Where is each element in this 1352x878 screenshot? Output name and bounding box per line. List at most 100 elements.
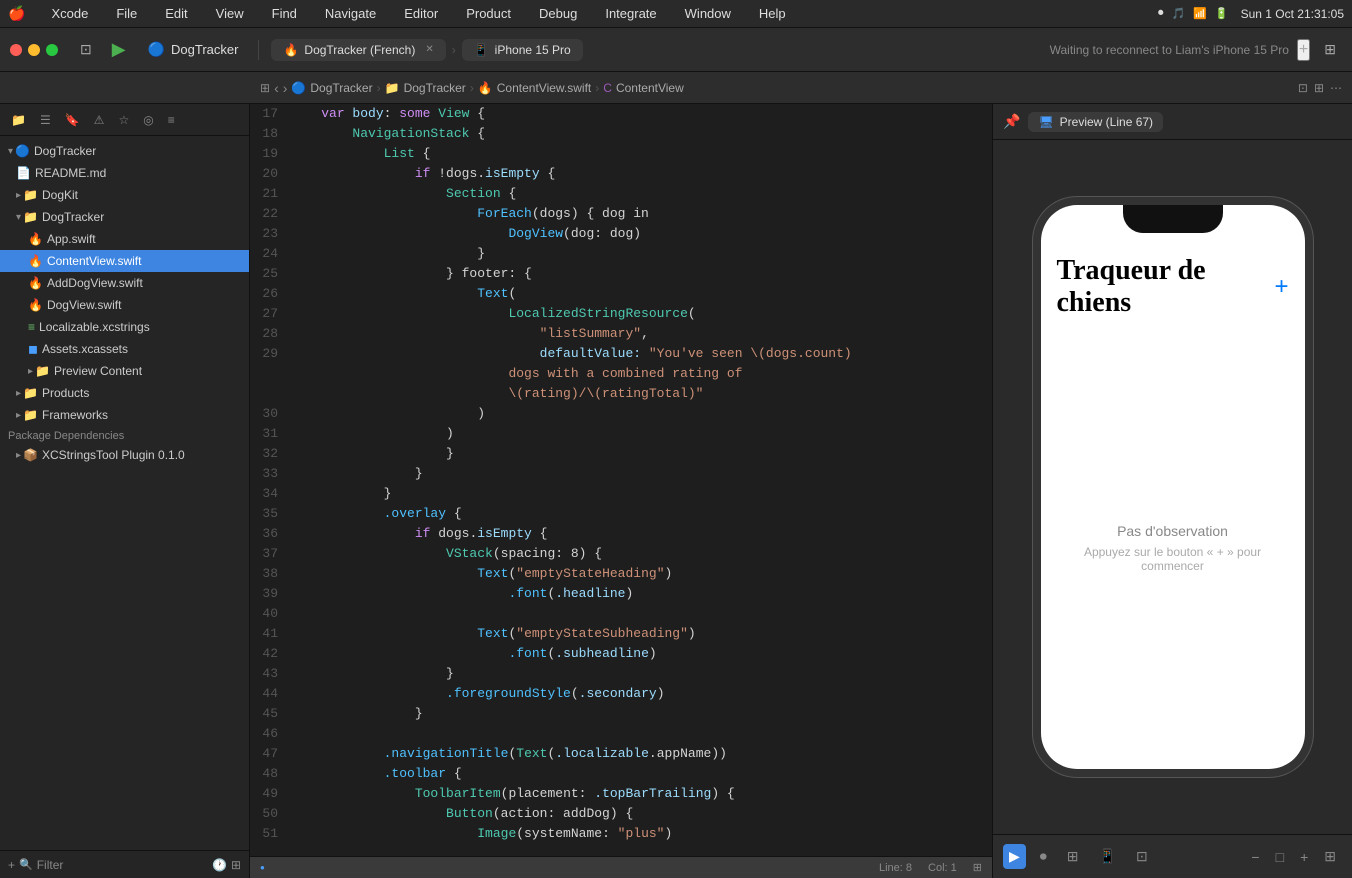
preview-play-button[interactable]: ▶ xyxy=(1003,844,1026,869)
sidebar-item-adddogview-swift[interactable]: 🔥 AddDogView.swift xyxy=(0,272,249,294)
code-line-29b: dogs with a combined rating of xyxy=(250,364,992,384)
breadcrumb-dogtracker-folder[interactable]: 📁 DogTracker xyxy=(385,81,466,95)
code-line-18: 18 NavigationStack { xyxy=(250,124,992,144)
line-number: 44 xyxy=(250,684,290,704)
sidebar-item-assets[interactable]: ◼ Assets.xcassets xyxy=(0,338,249,360)
line-content: Section { xyxy=(290,184,992,204)
sidebar-item-dogtracker-group[interactable]: ▾ 📁 DogTracker xyxy=(0,206,249,228)
zoom-out-button[interactable]: − xyxy=(1245,844,1265,869)
tab-device[interactable]: 📱 iPhone 15 Pro xyxy=(462,39,583,61)
preview-rotate-button[interactable]: ⊡ xyxy=(1130,844,1154,869)
sidebar-toggle-button[interactable]: ⊡ xyxy=(74,37,98,62)
zoom-reset-button[interactable]: ⊞ xyxy=(1318,844,1342,869)
sidebar-item-frameworks[interactable]: ▸ 📁 Frameworks xyxy=(0,404,249,426)
code-line-37: 37 VStack(spacing: 8) { xyxy=(250,544,992,564)
tab-french[interactable]: 🔥 DogTracker (French) ✕ xyxy=(271,39,445,61)
code-editor[interactable]: 17 var body: some View { 18 NavigationSt… xyxy=(250,104,992,856)
line-content: \(rating)/\(ratingTotal)" xyxy=(290,384,992,404)
grid-filter-btn[interactable]: ⊞ xyxy=(231,858,241,872)
preview-title: Preview (Line 67) xyxy=(1060,115,1153,129)
add-tab-button[interactable]: + xyxy=(1297,39,1310,61)
menu-find[interactable]: Find xyxy=(266,4,303,23)
menu-edit[interactable]: Edit xyxy=(159,4,193,23)
breadcrumb-label-1: DogTracker xyxy=(310,81,372,95)
breadcrumb-contentview-struct[interactable]: C ContentView xyxy=(603,81,684,95)
menu-view[interactable]: View xyxy=(210,4,250,23)
apple-icon[interactable]: 🍎 xyxy=(8,5,25,22)
sidebar-item-products[interactable]: ▸ 📁 Products xyxy=(0,382,249,404)
sidebar-label-frameworks: Frameworks xyxy=(42,408,108,422)
sidebar-item-contentview-swift[interactable]: 🔥 ContentView.swift xyxy=(0,250,249,272)
sidebar-source-btn[interactable]: ☰ xyxy=(35,110,56,130)
sidebar-debug-btn[interactable]: ◎ xyxy=(138,110,158,130)
phone-screen: Traqueur de chiens + Pas d'observation A… xyxy=(1041,205,1305,769)
editor-preview-area: 17 var body: some View { 18 NavigationSt… xyxy=(250,104,1352,878)
menu-navigate[interactable]: Navigate xyxy=(319,4,382,23)
breadcrumb-bar: ⊞ ‹ › 🔵 DogTracker › 📁 DogTracker › 🔥 Co… xyxy=(0,72,1352,104)
preview-record-button[interactable]: ⏺ xyxy=(1034,844,1053,869)
line-number: 37 xyxy=(250,544,290,564)
zoom-in-button[interactable]: + xyxy=(1294,844,1314,869)
line-number: 23 xyxy=(250,224,290,244)
code-line-38: 38 Text("emptyStateHeading") xyxy=(250,564,992,584)
project-selector[interactable]: 🔵 DogTracker xyxy=(148,41,239,58)
breadcrumb-dogtracker-project[interactable]: 🔵 DogTracker xyxy=(291,81,372,95)
folder-icon: 📁 xyxy=(385,81,400,95)
zoom-fit-button[interactable]: □ xyxy=(1270,844,1290,869)
sidebar-item-preview-content[interactable]: ▸ 📁 Preview Content xyxy=(0,360,249,382)
project-icon: 🔵 xyxy=(148,41,165,58)
menu-help[interactable]: Help xyxy=(753,4,792,23)
sidebar-item-readme[interactable]: 📄 README.md xyxy=(0,162,249,184)
minimize-button[interactable] xyxy=(28,44,40,56)
line-content: ToolbarItem(placement: .topBarTrailing) … xyxy=(290,784,992,804)
code-line-17: 17 var body: some View { xyxy=(250,104,992,124)
maximize-button[interactable] xyxy=(46,44,58,56)
forward-button[interactable]: › xyxy=(283,80,288,96)
line-content: } xyxy=(290,484,992,504)
menu-window[interactable]: Window xyxy=(679,4,737,23)
readme-icon: 📄 xyxy=(16,166,31,180)
sidebar-icons-btn[interactable]: ⊞ xyxy=(260,81,270,95)
add-file-button[interactable]: + xyxy=(8,858,15,872)
split-editor-button[interactable]: ⊞ xyxy=(1318,37,1342,62)
breadcrumb-contentview-swift[interactable]: 🔥 ContentView.swift xyxy=(478,81,591,95)
preview-footer-buttons: ▶ ⏺ ⊞ 📱 ⊡ xyxy=(1003,844,1154,869)
sidebar-item-dogkit[interactable]: ▸ 📁 DogKit xyxy=(0,184,249,206)
preview-grid-button[interactable]: ⊞ xyxy=(1061,844,1085,869)
sidebar-item-localizable[interactable]: ≡ Localizable.xcstrings xyxy=(0,316,249,338)
menu-editor[interactable]: Editor xyxy=(398,4,444,23)
sidebar-list-btn[interactable]: ≡ xyxy=(163,110,180,130)
sidebar-item-dogview-swift[interactable]: 🔥 DogView.swift xyxy=(0,294,249,316)
phone-add-button[interactable]: + xyxy=(1274,273,1288,301)
sidebar-item-app-swift[interactable]: 🔥 App.swift xyxy=(0,228,249,250)
line-number: 27 xyxy=(250,304,290,324)
menu-xcode[interactable]: Xcode xyxy=(45,4,94,23)
menu-debug[interactable]: Debug xyxy=(533,4,583,23)
menu-file[interactable]: File xyxy=(110,4,143,23)
sidebar-folder-btn[interactable]: 📁 xyxy=(6,110,31,130)
pin-button[interactable]: 📌 xyxy=(1003,113,1020,130)
adjust-editor-btn[interactable]: ⊡ xyxy=(1298,81,1308,95)
sidebar-star-btn[interactable]: ☆ xyxy=(113,110,134,130)
line-number: 32 xyxy=(250,444,290,464)
col-status: Col: 1 xyxy=(928,862,957,874)
breadcrumb-label-3: ContentView.swift xyxy=(497,81,592,95)
sidebar-item-xcstringstool[interactable]: ▸ 📦 XCStringsTool Plugin 0.1.0 xyxy=(0,444,249,466)
more-options-btn[interactable]: ⋯ xyxy=(1330,81,1342,95)
preview-device-button[interactable]: 📱 xyxy=(1093,844,1122,869)
sidebar-item-dogtracker-root[interactable]: ▾ 🔵 DogTracker xyxy=(0,140,249,162)
line-col-status: Line: 8 xyxy=(879,862,912,874)
breadcrumb-sep-3: › xyxy=(595,81,599,95)
back-button[interactable]: ‹ xyxy=(274,80,279,96)
clock-filter-btn[interactable]: 🕐 xyxy=(212,858,227,872)
split-btn[interactable]: ⊞ xyxy=(1314,81,1324,95)
menu-product[interactable]: Product xyxy=(460,4,517,23)
menu-integrate[interactable]: Integrate xyxy=(599,4,662,23)
run-button[interactable]: ▶ xyxy=(106,35,132,64)
sidebar-warning-btn[interactable]: ⚠ xyxy=(89,110,110,130)
line-number: 19 xyxy=(250,144,290,164)
tab-close-icon[interactable]: ✕ xyxy=(425,44,433,55)
sidebar-bookmark-btn[interactable]: 🔖 xyxy=(60,110,85,130)
line-content: DogView(dog: dog) xyxy=(290,224,992,244)
close-button[interactable] xyxy=(10,44,22,56)
